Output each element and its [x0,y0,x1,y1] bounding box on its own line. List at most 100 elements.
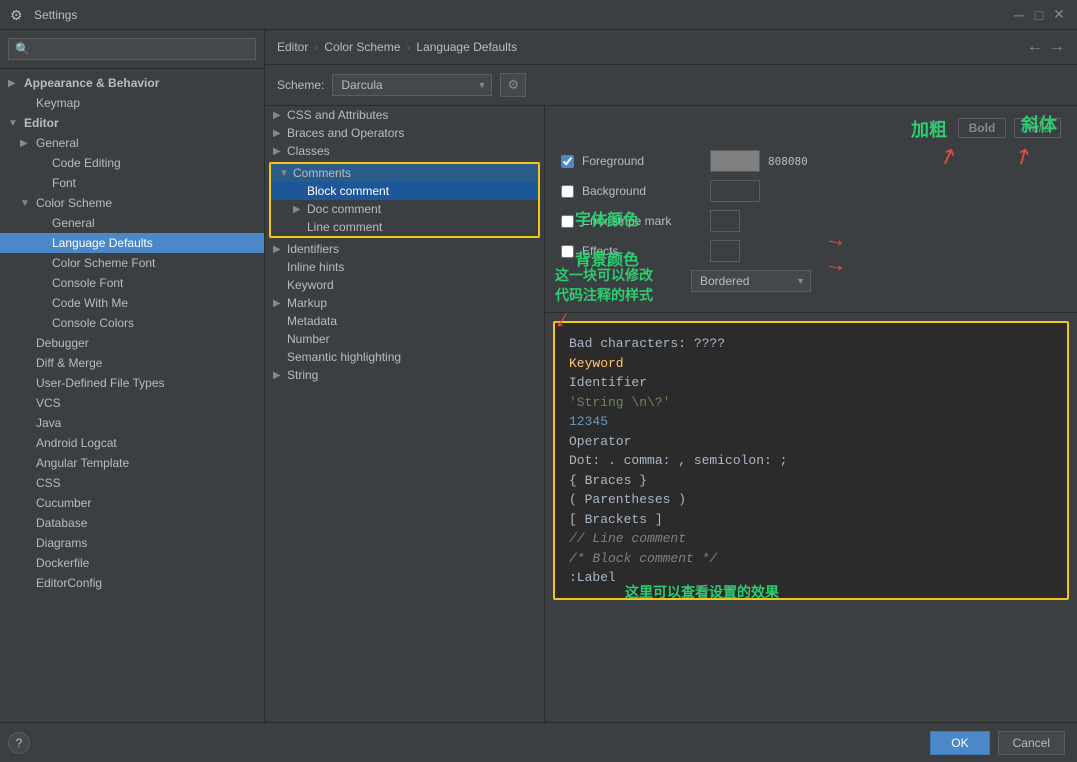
tree-item-inline-hints[interactable]: Inline hints [265,258,544,276]
minimize-button[interactable]: ─ [1011,7,1027,23]
tree-item-metadata[interactable]: Metadata [265,312,544,330]
tree-item-label: Comments [293,166,351,180]
effects-color-swatch[interactable] [710,240,740,262]
sidebar-item-code-with-me[interactable]: Code With Me [0,293,264,313]
tree-item-block-comment[interactable]: Block comment [271,182,538,200]
tree-item-comments[interactable]: ▼ Comments [271,164,538,182]
tree-item-label: Braces and Operators [287,126,404,140]
tree-item-label: String [287,368,318,382]
sidebar-item-cs-font[interactable]: Color Scheme Font [0,253,264,273]
breadcrumb-sep2: › [406,40,410,54]
sidebar-item-debugger[interactable]: Debugger [0,333,264,353]
search-box [0,30,264,69]
sidebar-item-label: Appearance & Behavior [24,76,256,90]
tree-item-label: Line comment [307,220,382,234]
preview-line: 'String \n\?' [569,393,1053,413]
scheme-label: Scheme: [277,78,324,92]
nav-forward-button[interactable]: → [1049,38,1065,56]
sidebar-item-dockerfile[interactable]: Dockerfile [0,553,264,573]
sidebar-item-database[interactable]: Database [0,513,264,533]
sidebar-item-language-defaults[interactable]: Language Defaults [0,233,264,253]
tree-item-label: Inline hints [287,260,344,274]
preview-line: Keyword [569,354,1053,374]
sidebar-item-cs-general[interactable]: General [0,213,264,233]
breadcrumb-color-scheme[interactable]: Color Scheme [324,40,400,54]
arrow-icon: ▶ [20,138,36,149]
cancel-button[interactable]: Cancel [998,731,1065,755]
sidebar-item-code-editing[interactable]: Code Editing [0,153,264,173]
arrow-icon: ▶ [273,370,287,381]
error-stripe-checkbox[interactable] [561,215,574,228]
sidebar-item-vcs[interactable]: VCS [0,393,264,413]
error-stripe-color-swatch[interactable] [710,210,740,232]
tree-item-label: Identifiers [287,242,339,256]
sidebar-item-label: Color Scheme Font [52,256,256,270]
sidebar-item-diff-merge[interactable]: Diff & Merge [0,353,264,373]
tree-item-number[interactable]: Number [265,330,544,348]
sidebar-item-editor[interactable]: ▼ Editor [0,113,264,133]
tree-item-braces[interactable]: ▶ Braces and Operators [265,124,544,142]
effects-checkbox[interactable] [561,245,574,258]
tree-item-label: Block comment [307,184,389,198]
tree-item-identifiers[interactable]: ▶ Identifiers [265,240,544,258]
foreground-row: Foreground 808080 [561,150,1061,172]
sidebar-tree: ▶ Appearance & Behavior Keymap ▼ Editor … [0,69,264,722]
sidebar-item-color-scheme[interactable]: ▼ Color Scheme [0,193,264,213]
sidebar-item-label: Code With Me [52,296,256,310]
foreground-checkbox[interactable] [561,155,574,168]
breadcrumb-language-defaults[interactable]: Language Defaults [416,40,517,54]
tree-item-label: Classes [287,144,330,158]
maximize-button[interactable]: □ [1031,7,1047,23]
breadcrumb: Editor › Color Scheme › Language Default… [265,30,1077,65]
ok-button[interactable]: OK [930,731,989,755]
sidebar-item-editorconfig[interactable]: EditorConfig [0,573,264,593]
nav-back-button[interactable]: ← [1027,38,1043,56]
sidebar-item-console-colors[interactable]: Console Colors [0,313,264,333]
tree-item-doc-comment[interactable]: ▶ Doc comment [271,200,538,218]
sidebar-item-cucumber[interactable]: Cucumber [0,493,264,513]
tree-item-label: Semantic highlighting [287,350,401,364]
background-checkbox[interactable] [561,185,574,198]
tree-item-markup[interactable]: ▶ Markup [265,294,544,312]
tree-item-string[interactable]: ▶ String [265,366,544,384]
effects-type-select[interactable]: Bordered Underscored Bold Underscored [691,270,811,292]
sidebar-item-label: EditorConfig [36,576,256,590]
sidebar-item-label: General [52,216,256,230]
sidebar-item-appearance[interactable]: ▶ Appearance & Behavior [0,73,264,93]
sidebar-item-android-logcat[interactable]: Android Logcat [0,433,264,453]
scheme-gear-button[interactable]: ⚙ [500,73,526,97]
sidebar-item-general[interactable]: ▶ General [0,133,264,153]
tree-item-semantic[interactable]: Semantic highlighting [265,348,544,366]
sidebar-item-label: User-Defined File Types [36,376,256,390]
tree-item-css[interactable]: ▶ CSS and Attributes [265,106,544,124]
search-input[interactable] [8,38,256,60]
foreground-color-swatch[interactable] [710,150,760,172]
sidebar-item-font[interactable]: Font [0,173,264,193]
breadcrumb-editor[interactable]: Editor [277,40,308,54]
sidebar-item-user-defined[interactable]: User-Defined File Types [0,373,264,393]
close-button[interactable]: ✕ [1051,7,1067,23]
sidebar-item-diagrams[interactable]: Diagrams [0,533,264,553]
editor-area: ▶ CSS and Attributes ▶ Braces and Operat… [265,106,1077,722]
sidebar-item-keymap[interactable]: Keymap [0,93,264,113]
sidebar-item-label: Console Font [52,276,256,290]
scheme-select[interactable]: Darcula Default High Contrast [332,74,492,96]
preview-line: // Line comment [569,529,1053,549]
sidebar-item-css[interactable]: CSS [0,473,264,493]
background-label: Background [582,184,702,198]
sidebar-item-console-font[interactable]: Console Font [0,273,264,293]
preview-line: /* Block comment */ [569,549,1053,569]
sidebar-item-angular[interactable]: Angular Template [0,453,264,473]
sidebar-item-label: Cucumber [36,496,256,510]
tree-item-label: Markup [287,296,327,310]
props-section: Bold Italic Foreground 808080 [545,106,1077,313]
arrow-icon: ▶ [273,146,287,157]
tree-item-keyword[interactable]: Keyword [265,276,544,294]
preview-line: 12345 [569,412,1053,432]
background-color-swatch[interactable] [710,180,760,202]
tree-item-classes[interactable]: ▶ Classes [265,142,544,160]
italic-button[interactable]: Italic [1014,118,1061,138]
sidebar-item-java[interactable]: Java [0,413,264,433]
bold-button[interactable]: Bold [958,118,1007,138]
tree-item-line-comment[interactable]: Line comment [271,218,538,236]
